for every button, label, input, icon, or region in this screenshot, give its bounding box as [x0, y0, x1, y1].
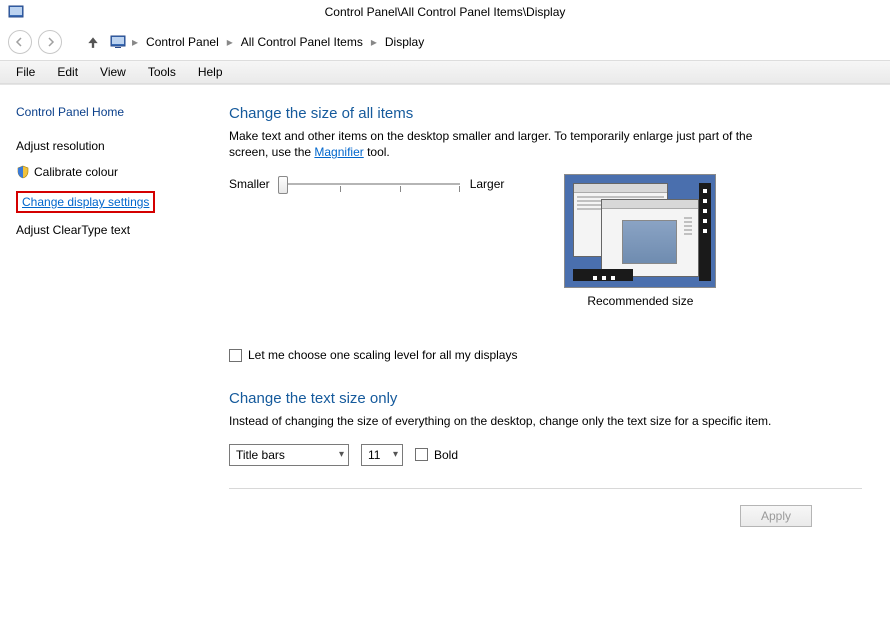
size-slider-block: Smaller Larger [229, 174, 504, 194]
chevron-right-icon[interactable]: ▸ [369, 35, 379, 49]
section-desc-size-all: Make text and other items on the desktop… [229, 128, 789, 160]
content-area: Control Panel Home Adjust resolution Cal… [0, 84, 890, 618]
main-panel: Change the size of all items Make text a… [205, 85, 890, 618]
menu-view[interactable]: View [90, 63, 136, 81]
slider-min-label: Smaller [229, 177, 270, 191]
section-title-text-only: Change the text size only [229, 390, 862, 407]
shield-icon [16, 165, 30, 179]
magnifier-link[interactable]: Magnifier [314, 145, 363, 159]
apply-button[interactable]: Apply [740, 505, 812, 527]
scaling-checkbox[interactable] [229, 349, 242, 362]
breadcrumb-item[interactable]: Control Panel [144, 33, 221, 51]
preview-caption: Recommended size [564, 294, 716, 308]
arrow-right-icon [45, 37, 55, 47]
sidebar-adjust-cleartype[interactable]: Adjust ClearType text [16, 223, 193, 237]
arrow-left-icon [15, 37, 25, 47]
sidebar-calibrate-colour[interactable]: Calibrate colour [34, 165, 118, 179]
desc-text: Make text and other items on the desktop… [229, 129, 752, 159]
divider [229, 488, 862, 489]
nav-bar: ▸ Control Panel ▸ All Control Panel Item… [0, 24, 890, 60]
chevron-right-icon[interactable]: ▸ [130, 35, 140, 49]
arrow-up-icon [86, 35, 100, 49]
scaling-checkbox-label: Let me choose one scaling level for all … [248, 348, 517, 362]
size-select[interactable]: 11 ▾ [361, 444, 403, 466]
window-title: Control Panel\All Control Panel Items\Di… [325, 5, 566, 19]
bold-checkbox[interactable] [415, 448, 428, 461]
sidebar-change-display-settings[interactable]: Change display settings [22, 195, 149, 209]
item-select-value: Title bars [236, 448, 285, 462]
menu-tools[interactable]: Tools [138, 63, 186, 81]
menu-file[interactable]: File [6, 63, 45, 81]
display-icon [110, 34, 126, 50]
size-select-value: 11 [368, 448, 380, 462]
slider-max-label: Larger [470, 177, 505, 191]
preview-image [564, 174, 716, 288]
sidebar-home-link[interactable]: Control Panel Home [16, 105, 193, 119]
desc-text: tool. [364, 145, 390, 159]
chevron-right-icon[interactable]: ▸ [225, 35, 235, 49]
menu-bar: File Edit View Tools Help [0, 60, 890, 84]
title-bar: Control Panel\All Control Panel Items\Di… [0, 0, 890, 24]
breadcrumb-item[interactable]: Display [383, 33, 426, 51]
item-select[interactable]: Title bars ▾ [229, 444, 349, 466]
sidebar-adjust-resolution[interactable]: Adjust resolution [16, 139, 193, 153]
up-button[interactable] [84, 33, 102, 51]
section-desc-text-only: Instead of changing the size of everythi… [229, 413, 789, 429]
chevron-down-icon: ▾ [339, 449, 344, 460]
breadcrumb-item[interactable]: All Control Panel Items [239, 33, 365, 51]
menu-help[interactable]: Help [188, 63, 233, 81]
highlight-change-display-settings: Change display settings [16, 191, 155, 213]
bold-label: Bold [434, 448, 458, 462]
preview-block: Recommended size [564, 174, 716, 308]
breadcrumb: ▸ Control Panel ▸ All Control Panel Item… [110, 33, 426, 51]
menu-edit[interactable]: Edit [47, 63, 88, 81]
sidebar: Control Panel Home Adjust resolution Cal… [0, 85, 205, 618]
system-icon [8, 4, 24, 20]
chevron-down-icon: ▾ [393, 449, 398, 460]
back-button[interactable] [8, 30, 32, 54]
slider-thumb[interactable] [278, 176, 288, 194]
forward-button[interactable] [38, 30, 62, 54]
size-slider[interactable] [280, 174, 460, 194]
section-title-size-all: Change the size of all items [229, 105, 862, 122]
